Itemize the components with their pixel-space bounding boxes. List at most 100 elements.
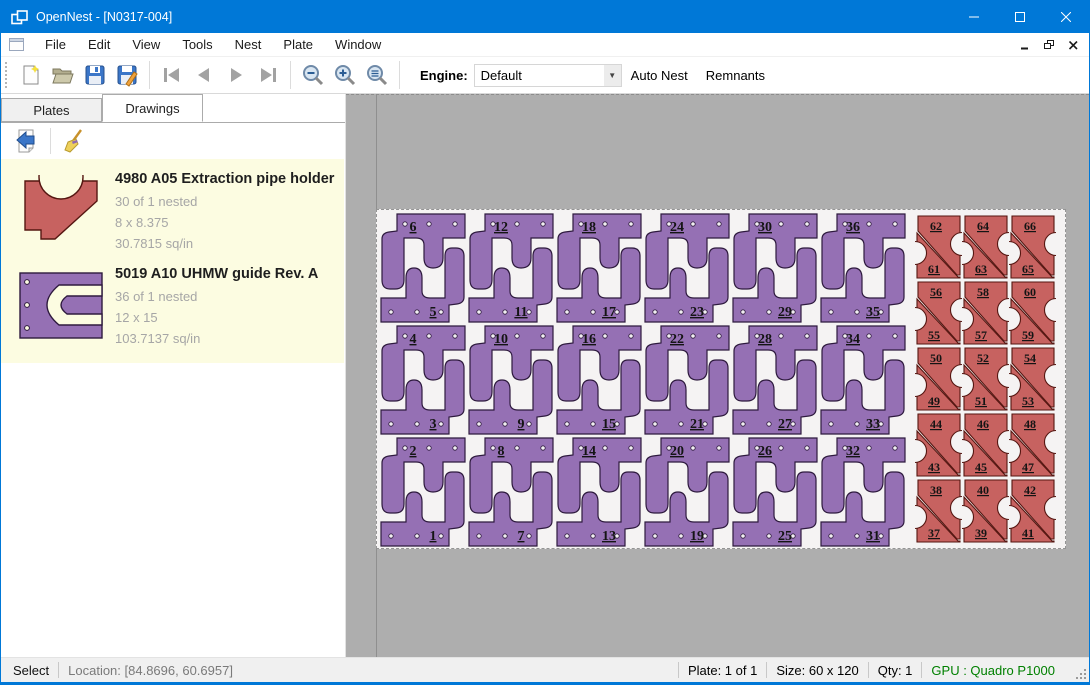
- nest-part-pair-purple[interactable]: 28 27: [731, 324, 819, 441]
- svg-text:49: 49: [928, 394, 940, 408]
- svg-text:57: 57: [975, 328, 987, 342]
- nest-part-pair-purple[interactable]: 12 11: [467, 212, 555, 329]
- nest-part-pair-red[interactable]: 48 47: [1009, 412, 1056, 483]
- nest-part-pair-purple[interactable]: 24 23: [643, 212, 731, 329]
- nest-part-pair-red[interactable]: 66 65: [1009, 214, 1056, 285]
- toolbar-separator: [149, 61, 150, 89]
- svg-text:38: 38: [930, 483, 942, 497]
- drawing-size: 8 x 8.375: [115, 212, 336, 233]
- remnants-button[interactable]: Remnants: [697, 63, 774, 88]
- mdi-child-icon[interactable]: [9, 38, 24, 51]
- menu-window[interactable]: Window: [324, 34, 392, 55]
- svg-text:44: 44: [930, 417, 942, 431]
- nest-part-pair-red[interactable]: 54 53: [1009, 346, 1056, 417]
- svg-text:47: 47: [1022, 460, 1034, 474]
- nest-part-pair-red[interactable]: 44 43: [915, 412, 962, 483]
- nest-part-pair-red[interactable]: 50 49: [915, 346, 962, 417]
- clear-drawings-button[interactable]: [58, 126, 90, 156]
- menu-plate[interactable]: Plate: [272, 34, 324, 55]
- drawing-list-item[interactable]: 5019 A10 UHMW guide Rev. A 36 of 1 neste…: [1, 260, 344, 355]
- zoom-in-button[interactable]: [329, 60, 361, 90]
- mdi-minimize-button[interactable]: [1015, 35, 1035, 55]
- minimize-button[interactable]: [951, 1, 997, 33]
- status-bar: Select Location: [84.8696, 60.6957] Plat…: [1, 657, 1089, 682]
- svg-text:26: 26: [758, 444, 772, 459]
- nest-part-pair-purple[interactable]: 20 19: [643, 436, 731, 553]
- mdi-close-button[interactable]: [1063, 35, 1083, 55]
- zoom-out-button[interactable]: [297, 60, 329, 90]
- menu-edit[interactable]: Edit: [77, 34, 121, 55]
- svg-text:23: 23: [690, 305, 704, 320]
- status-separator: [58, 662, 59, 678]
- nest-part-pair-red[interactable]: 60 59: [1009, 280, 1056, 351]
- nest-part-pair-red[interactable]: 40 39: [962, 478, 1009, 549]
- status-location: Location: [84.8696, 60.6957]: [68, 663, 233, 678]
- status-plate: Plate: 1 of 1: [688, 663, 757, 678]
- mdi-restore-button[interactable]: [1039, 35, 1059, 55]
- svg-text:31: 31: [866, 529, 880, 544]
- save-button[interactable]: [79, 60, 111, 90]
- svg-text:22: 22: [670, 332, 684, 347]
- svg-text:36: 36: [846, 220, 860, 235]
- previous-plate-button[interactable]: [188, 60, 220, 90]
- svg-text:51: 51: [975, 394, 987, 408]
- svg-text:33: 33: [866, 417, 880, 432]
- nest-part-pair-red[interactable]: 42 41: [1009, 478, 1056, 549]
- save-as-button[interactable]: [111, 60, 143, 90]
- open-button[interactable]: [47, 60, 79, 90]
- engine-select[interactable]: Default ▼: [474, 64, 622, 87]
- svg-text:60: 60: [1024, 285, 1036, 299]
- nest-part-pair-purple[interactable]: 32 31: [819, 436, 907, 553]
- nest-part-pair-purple[interactable]: 2 1: [379, 436, 467, 553]
- title-bar: OpenNest - [N0317-004]: [1, 1, 1089, 33]
- nest-part-pair-purple[interactable]: 8 7: [467, 436, 555, 553]
- menu-tools[interactable]: Tools: [171, 34, 223, 55]
- nest-part-pair-purple[interactable]: 30 29: [731, 212, 819, 329]
- plate[interactable]: 6 5 12 11 18 17 24 23: [376, 209, 1066, 549]
- svg-text:8: 8: [498, 444, 505, 459]
- nest-part-pair-purple[interactable]: 34 33: [819, 324, 907, 441]
- status-separator: [868, 662, 869, 678]
- nest-part-pair-purple[interactable]: 10 9: [467, 324, 555, 441]
- nest-part-pair-purple[interactable]: 22 21: [643, 324, 731, 441]
- zoom-fit-button[interactable]: [361, 60, 393, 90]
- chevron-down-icon[interactable]: ▼: [604, 65, 621, 86]
- nest-canvas[interactable]: 6 5 12 11 18 17 24 23: [346, 94, 1089, 661]
- resize-grip[interactable]: [1076, 669, 1086, 679]
- nest-part-pair-purple[interactable]: 4 3: [379, 324, 467, 441]
- last-plate-button[interactable]: [252, 60, 284, 90]
- nest-part-pair-purple[interactable]: 16 15: [555, 324, 643, 441]
- toolbar-grip[interactable]: [5, 62, 9, 88]
- svg-text:20: 20: [670, 444, 684, 459]
- nest-part-pair-red[interactable]: 52 51: [962, 346, 1009, 417]
- menu-view[interactable]: View: [121, 34, 171, 55]
- nest-part-pair-purple[interactable]: 36 35: [819, 212, 907, 329]
- drawings-toolbar: [1, 122, 345, 159]
- svg-text:62: 62: [930, 219, 942, 233]
- nest-part-pair-red[interactable]: 58 57: [962, 280, 1009, 351]
- app-icon: [11, 10, 28, 25]
- new-nest-button[interactable]: [15, 60, 47, 90]
- nest-part-pair-purple[interactable]: 6 5: [379, 212, 467, 329]
- nest-part-pair-purple[interactable]: 14 13: [555, 436, 643, 553]
- auto-nest-button[interactable]: Auto Nest: [622, 63, 697, 88]
- nest-part-pair-red[interactable]: 56 55: [915, 280, 962, 351]
- next-plate-button[interactable]: [220, 60, 252, 90]
- maximize-button[interactable]: [997, 1, 1043, 33]
- nest-part-pair-red[interactable]: 64 63: [962, 214, 1009, 285]
- tab-drawings[interactable]: Drawings: [102, 94, 203, 122]
- nest-part-pair-red[interactable]: 62 61: [915, 214, 962, 285]
- menu-file[interactable]: File: [34, 34, 77, 55]
- nest-part-pair-red[interactable]: 46 45: [962, 412, 1009, 483]
- first-plate-button[interactable]: [156, 60, 188, 90]
- tab-plates[interactable]: Plates: [1, 98, 102, 122]
- close-button[interactable]: [1043, 1, 1089, 33]
- drawing-area: 103.7137 sq/in: [115, 328, 336, 349]
- drawing-list-item[interactable]: 4980 A05 Extraction pipe holder 30 of 1 …: [1, 165, 344, 260]
- nest-part-pair-red[interactable]: 38 37: [915, 478, 962, 549]
- menu-nest[interactable]: Nest: [224, 34, 273, 55]
- main-toolbar: Engine: Default ▼ Auto Nest Remnants: [1, 57, 1089, 94]
- nest-part-pair-purple[interactable]: 26 25: [731, 436, 819, 553]
- nest-part-pair-purple[interactable]: 18 17: [555, 212, 643, 329]
- import-drawing-button[interactable]: [11, 126, 43, 156]
